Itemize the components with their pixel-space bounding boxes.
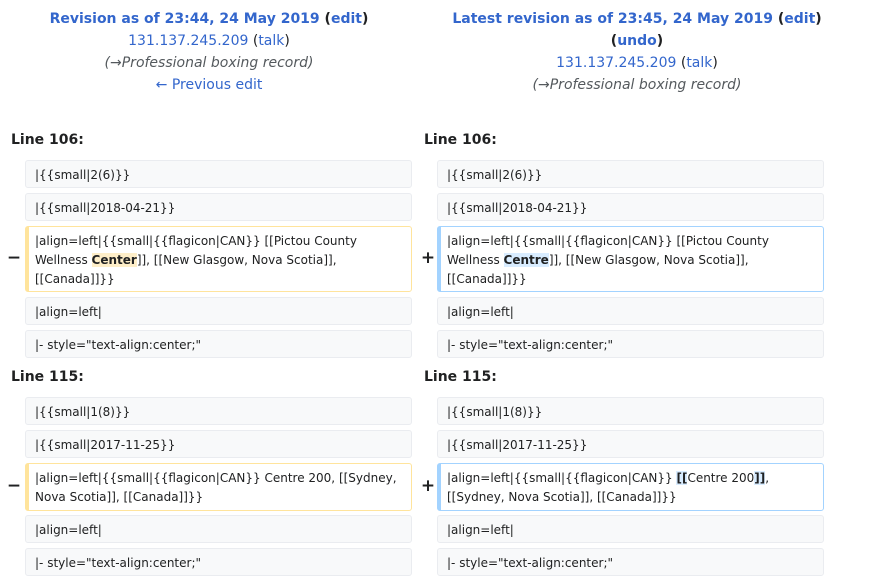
added-word: Centre [503,253,549,267]
deleted-line: |align=left|{{small|{{flagicon|CAN}} Cen… [25,463,412,511]
new-edit-link[interactable]: edit [784,11,815,27]
added-brackets-close: ]] [754,471,766,485]
deleted-word: Center [91,253,137,267]
right-line-number: Line 106: [424,132,497,148]
left-line-number: Line 106: [11,132,84,148]
new-talk-link[interactable]: talk [686,55,712,71]
old-edit-link[interactable]: edit [331,11,362,27]
context-line: |- style="text-align:center;" [25,548,412,576]
context-line: |align=left| [25,515,412,543]
context-line: |{{small|2018-04-21}} [437,193,824,221]
context-line: |align=left| [437,297,824,325]
previous-edit-link[interactable]: ← Previous edit [156,77,263,93]
old-edit-summary: (→Professional boxing record) [104,55,314,71]
deleted-line: |align=left|{{small|{{flagicon|CAN}} [[P… [25,226,412,292]
new-revision-title: Latest revision as of 23:45, 24 May 2019… [452,11,822,27]
new-revision-header: Latest revision as of 23:45, 24 May 2019… [428,8,846,96]
added-line: |align=left|{{small|{{flagicon|CAN}} [[C… [437,463,824,511]
context-line: |align=left| [437,515,824,543]
context-line: |- style="text-align:center;" [437,330,824,358]
added-line-marker: + [420,476,436,496]
context-line: |{{small|1(8)}} [437,397,824,425]
context-line: |{{small|2018-04-21}} [25,193,412,221]
undo-link[interactable]: undo [617,33,657,49]
context-line: |{{small|2(6)}} [437,160,824,188]
left-line-number: Line 115: [11,369,84,385]
context-line: |- style="text-align:center;" [25,330,412,358]
context-line: |- style="text-align:center;" [437,548,824,576]
context-line: |{{small|2017-11-25}} [437,430,824,458]
new-edit-summary: (→Professional boxing record) [532,77,742,93]
new-revision-link[interactable]: Latest revision as of 23:45, 24 May 2019 [452,11,773,27]
old-user-link[interactable]: 131.137.245.209 [128,33,248,49]
new-user-link[interactable]: 131.137.245.209 [556,55,676,71]
old-revision-title: Revision as of 23:44, 24 May 2019 (edit) [49,11,369,27]
context-line: |{{small|2017-11-25}} [25,430,412,458]
right-line-number: Line 115: [424,369,497,385]
deleted-line-marker: − [6,248,22,268]
deleted-line-marker: − [6,476,22,496]
old-revision-link[interactable]: Revision as of 23:44, 24 May 2019 [50,11,320,27]
old-talk-link[interactable]: talk [258,33,284,49]
added-line-marker: + [420,248,436,268]
old-revision-header: Revision as of 23:44, 24 May 2019 (edit)… [0,8,418,96]
context-line: |align=left| [25,297,412,325]
context-line: |{{small|1(8)}} [25,397,412,425]
context-line: |{{small|2(6)}} [25,160,412,188]
added-line: |align=left|{{small|{{flagicon|CAN}} [[P… [437,226,824,292]
added-brackets-open: [[ [676,471,688,485]
